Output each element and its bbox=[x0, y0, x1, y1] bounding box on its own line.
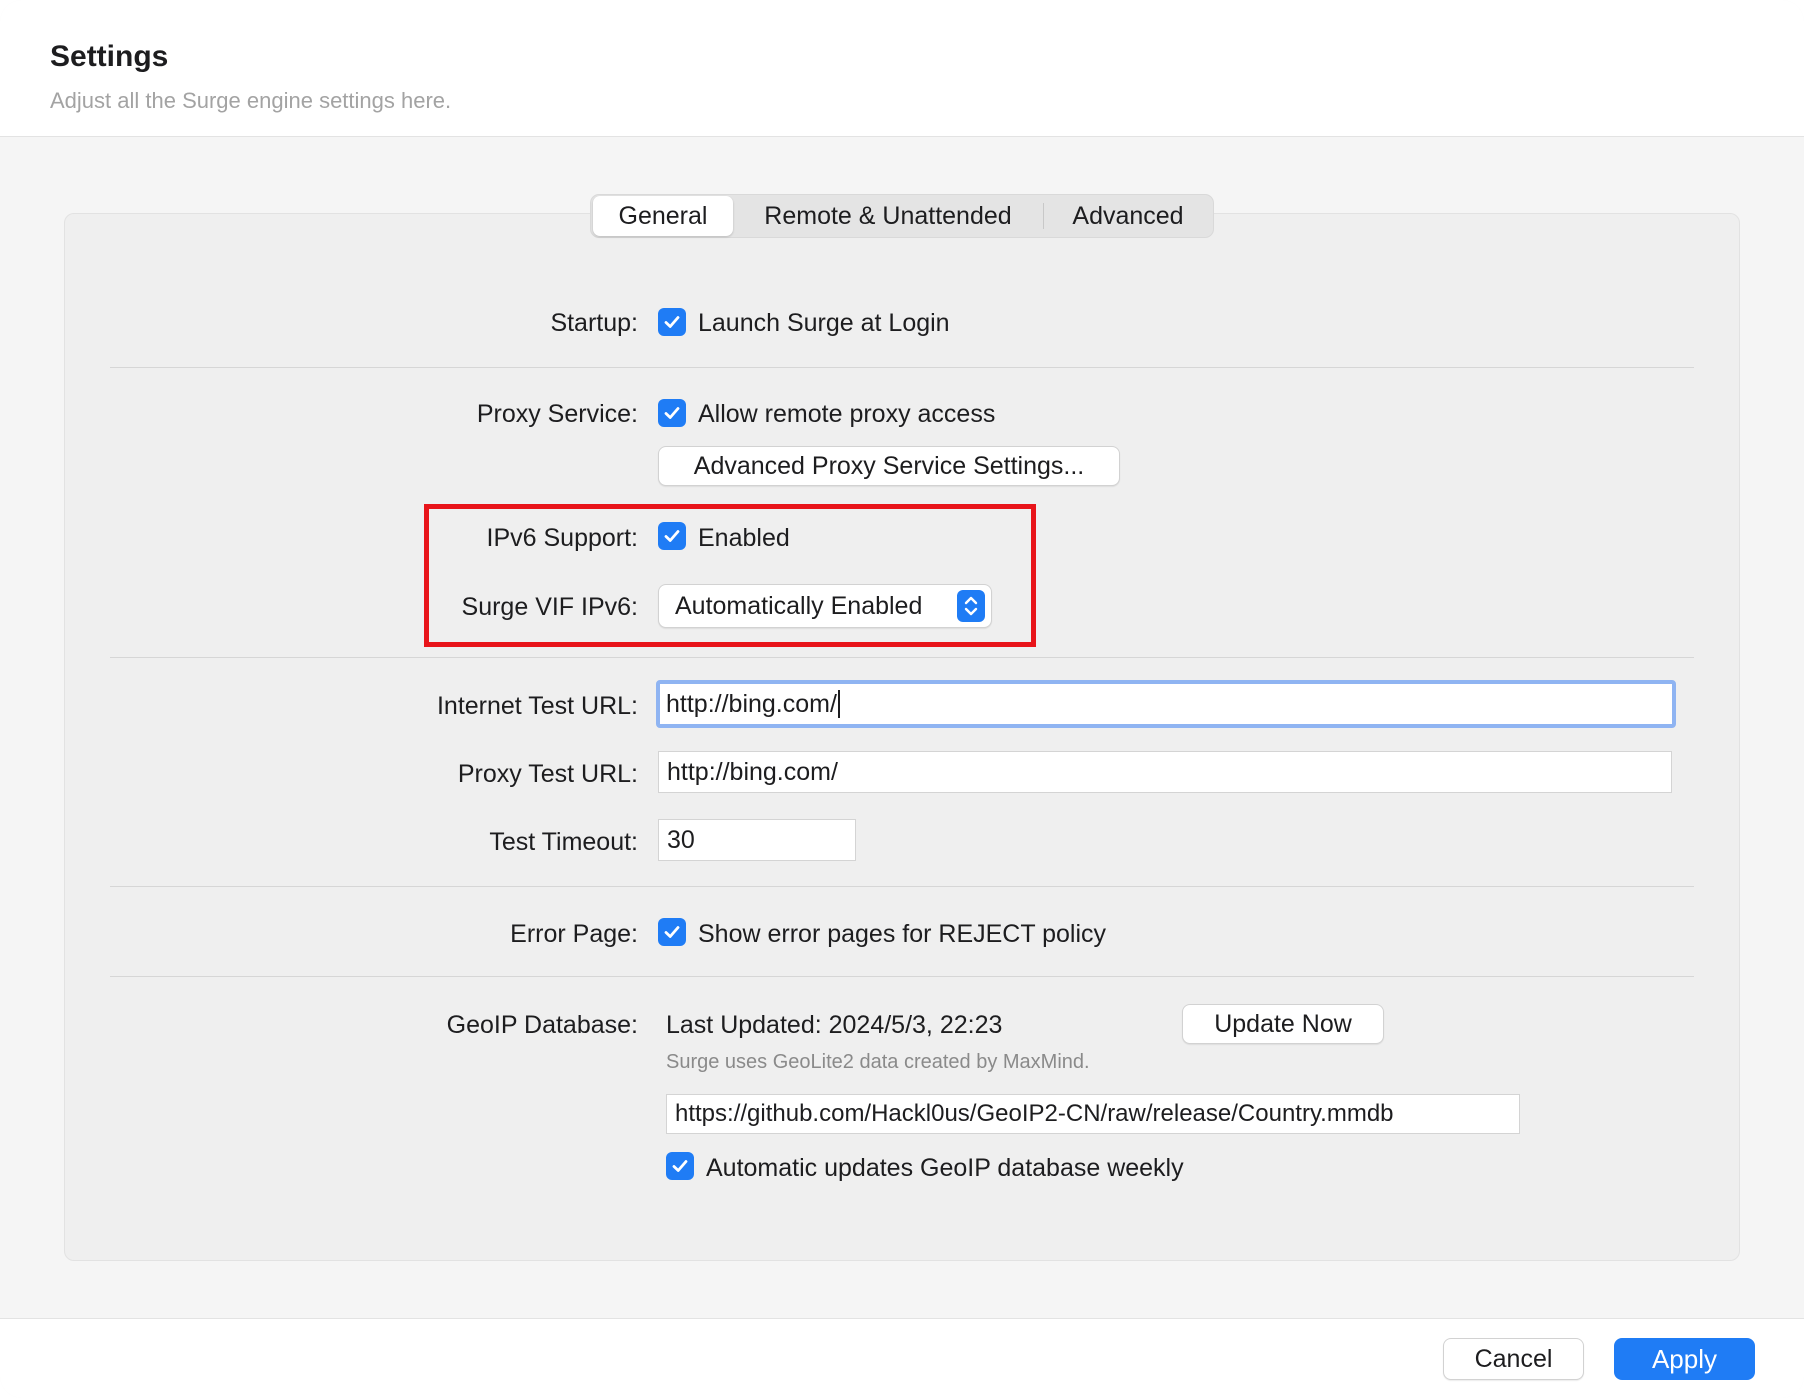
page-title: Settings bbox=[50, 40, 169, 73]
update-now-button[interactable]: Update Now bbox=[1182, 1004, 1384, 1044]
internet-test-url-input[interactable]: http://bing.com/ bbox=[656, 680, 1676, 728]
divider bbox=[110, 976, 1694, 977]
internet-test-url-value: http://bing.com/ bbox=[666, 689, 837, 718]
internet-test-url-label: Internet Test URL: bbox=[436, 692, 638, 720]
header: Settings Adjust all the Surge engine set… bbox=[0, 0, 1804, 137]
proxy-service-label: Proxy Service: bbox=[476, 400, 638, 428]
geoip-url-input[interactable]: https://github.com/Hackl0us/GeoIP2-CN/ra… bbox=[666, 1094, 1520, 1134]
checkmark-icon bbox=[664, 926, 680, 938]
auto-update-geoip-checkbox[interactable] bbox=[666, 1152, 694, 1180]
checkmark-icon bbox=[664, 316, 680, 328]
proxy-test-url-input[interactable]: http://bing.com/ bbox=[658, 751, 1672, 793]
proxy-test-url-label: Proxy Test URL: bbox=[457, 760, 638, 788]
ipv6-highlight-box bbox=[424, 504, 1036, 647]
text-caret bbox=[837, 690, 840, 718]
tab-advanced[interactable]: Advanced bbox=[1044, 196, 1212, 236]
checkmark-icon bbox=[672, 1160, 688, 1172]
auto-update-geoip-label: Automatic updates GeoIP database weekly bbox=[706, 1154, 1184, 1182]
divider bbox=[110, 367, 1694, 368]
show-error-pages-checkbox[interactable] bbox=[658, 918, 686, 946]
error-page-label: Error Page: bbox=[510, 920, 638, 948]
footer: Cancel Apply bbox=[0, 1318, 1804, 1398]
divider bbox=[110, 657, 1694, 658]
tab-remote-unattended[interactable]: Remote & Unattended bbox=[733, 196, 1043, 236]
tab-bar: General Remote & Unattended Advanced bbox=[590, 194, 1214, 238]
page-subtitle: Adjust all the Surge engine settings her… bbox=[50, 88, 452, 113]
advanced-proxy-settings-button[interactable]: Advanced Proxy Service Settings... bbox=[658, 446, 1120, 486]
divider bbox=[110, 886, 1694, 887]
settings-window: Settings Adjust all the Surge engine set… bbox=[0, 0, 1804, 1398]
checkmark-icon bbox=[664, 407, 680, 419]
launch-at-login-label: Launch Surge at Login bbox=[698, 309, 950, 337]
apply-button[interactable]: Apply bbox=[1614, 1338, 1755, 1380]
remote-proxy-access-checkbox[interactable] bbox=[658, 399, 686, 427]
show-error-pages-label: Show error pages for REJECT policy bbox=[698, 920, 1107, 948]
startup-label: Startup: bbox=[550, 309, 638, 337]
geoip-note: Surge uses GeoLite2 data created by MaxM… bbox=[666, 1051, 1090, 1073]
test-timeout-label: Test Timeout: bbox=[489, 828, 638, 856]
remote-proxy-access-label: Allow remote proxy access bbox=[698, 400, 996, 428]
tab-general[interactable]: General bbox=[593, 196, 733, 236]
cancel-button[interactable]: Cancel bbox=[1443, 1338, 1584, 1380]
geoip-last-updated: Last Updated: 2024/5/3, 22:23 bbox=[666, 1011, 1003, 1039]
test-timeout-input[interactable]: 30 bbox=[658, 819, 856, 861]
geoip-database-label: GeoIP Database: bbox=[446, 1011, 638, 1039]
launch-at-login-checkbox[interactable] bbox=[658, 308, 686, 336]
